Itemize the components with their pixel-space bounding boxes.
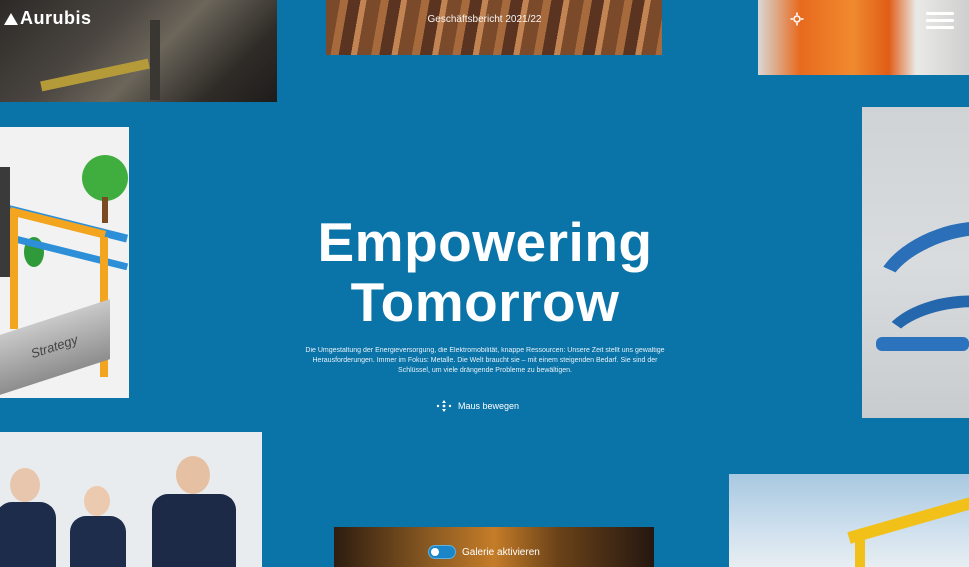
- mouse-hint: Maus bewegen: [436, 398, 519, 414]
- crane-photo-tile[interactable]: [729, 474, 969, 567]
- tree-shape: [82, 155, 128, 201]
- hero-title-line2: Tomorrow: [350, 271, 620, 333]
- hero-description: Die Umgestaltung der Energieversorgung, …: [305, 347, 665, 374]
- tree-trunk-shape: [102, 197, 108, 223]
- person-figure-2: [70, 486, 126, 567]
- menu-icon[interactable]: [926, 12, 954, 30]
- gantry-beam: [9, 207, 107, 239]
- tablet-edge-shape: [0, 167, 10, 277]
- hero-section: Empowering Tomorrow Die Umgestaltung der…: [290, 212, 680, 376]
- crowd-row-shape: [876, 337, 969, 351]
- toggle-switch[interactable]: [428, 545, 456, 559]
- gantry-leg: [10, 209, 18, 329]
- hero-title: Empowering Tomorrow: [290, 212, 680, 332]
- mouse-hint-label: Maus bewegen: [458, 401, 520, 411]
- person-figure: [0, 468, 56, 567]
- gear-icon[interactable]: [790, 12, 804, 26]
- crane-grab-shape: [855, 530, 865, 567]
- hero-title-line1: Empowering: [317, 211, 653, 273]
- column-shape: [150, 20, 160, 100]
- crowd-photo-tile[interactable]: [862, 107, 969, 418]
- strategy-illustration-tile[interactable]: Strategy: [0, 127, 129, 398]
- mouse-move-icon: [436, 400, 452, 412]
- gallery-toggle[interactable]: Galerie aktivieren: [428, 545, 540, 559]
- report-title: Geschäftsbericht 2021/22: [427, 14, 542, 25]
- beam-shape: [40, 58, 150, 92]
- executives-photo-tile[interactable]: [0, 432, 262, 567]
- copper-photo-tile[interactable]: [326, 0, 662, 55]
- crane-arm-shape: [847, 493, 969, 544]
- person-figure-3: [152, 456, 236, 567]
- gallery-toggle-label: Galerie aktivieren: [462, 546, 540, 558]
